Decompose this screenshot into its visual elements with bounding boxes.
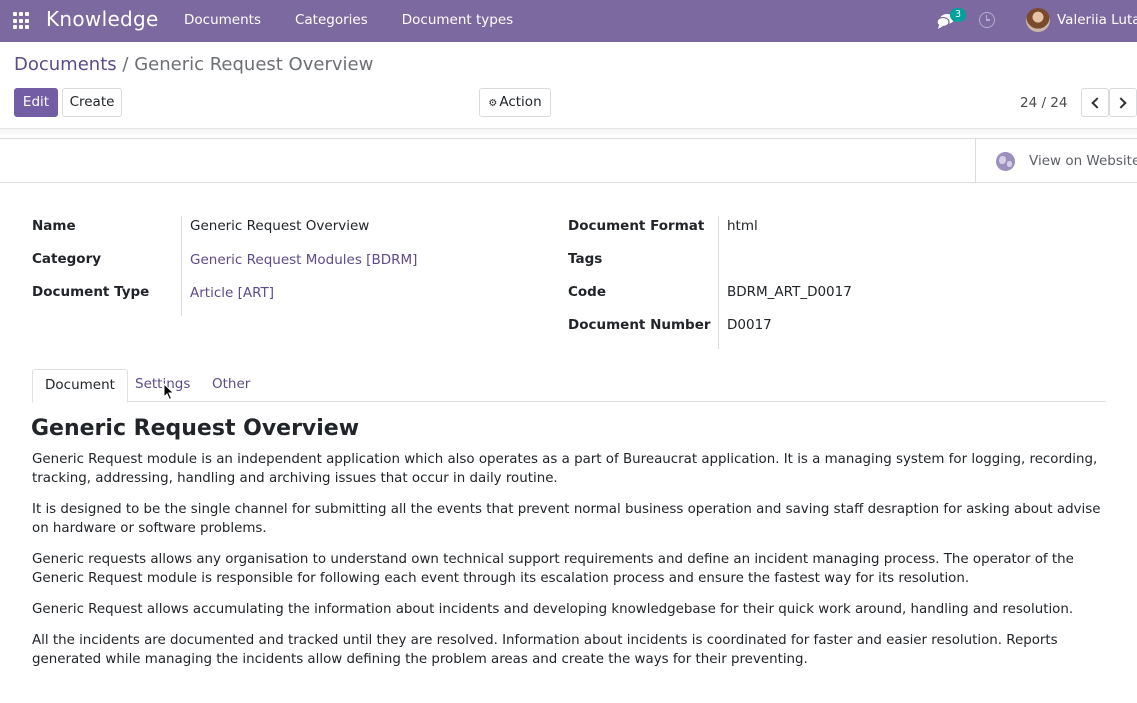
field-value-category-link[interactable]: Generic Request Modules [BDRM] [190, 252, 417, 268]
messages-badge: 3 [950, 8, 966, 22]
field-divider-right [718, 216, 719, 349]
smart-button-box: View on Website [0, 138, 1137, 183]
pager-value[interactable]: 24 / 24 [1020, 95, 1068, 111]
menu-item-document-types[interactable]: Document types [402, 12, 513, 28]
user-name[interactable]: Valeriia Lutai [1057, 12, 1137, 28]
field-value-document-type-link[interactable]: Article [ART] [190, 285, 274, 301]
gear-icon: ⚙ [488, 98, 498, 109]
field-divider-left [181, 216, 182, 316]
pager-next-button[interactable] [1109, 88, 1137, 117]
field-label-document-type: Document Type [32, 284, 150, 300]
field-value-name: Generic Request Overview [190, 218, 370, 234]
field-label-document-format: Document Format [568, 218, 705, 234]
pager-previous-button[interactable] [1081, 88, 1109, 117]
globe-icon [996, 151, 1015, 171]
document-body: Generic Request module is an independent… [32, 450, 1112, 681]
field-label-name: Name [32, 218, 76, 234]
document-paragraph: All the incidents are documented and tra… [32, 633, 1058, 667]
breadcrumb-documents-link[interactable]: Documents [14, 54, 117, 75]
app-brand[interactable]: Knowledge [46, 7, 159, 31]
view-on-website-button[interactable]: View on Website [975, 139, 1137, 183]
field-value-document-number: D0017 [727, 317, 772, 333]
user-avatar[interactable] [1026, 8, 1050, 32]
chevron-right-icon [1115, 97, 1127, 109]
edit-button[interactable]: Edit [14, 88, 58, 117]
field-label-tags: Tags [568, 251, 603, 267]
create-button[interactable]: Create [62, 88, 122, 117]
action-button[interactable]: ⚙ Action [479, 88, 551, 117]
view-on-website-label: View on Website [1029, 153, 1137, 169]
chevron-left-icon [1091, 97, 1103, 109]
field-label-code: Code [568, 284, 607, 300]
breadcrumb-current: Generic Request Overview [134, 54, 374, 75]
top-navbar: Knowledge Documents Categories Document … [0, 0, 1137, 42]
document-paragraph: Generic requests allows any organisation… [32, 552, 1074, 586]
tab-other[interactable]: Other [200, 369, 262, 402]
tab-document[interactable]: Document [32, 369, 128, 403]
action-label: Action [499, 94, 542, 110]
breadcrumb-separator: / [122, 54, 129, 75]
notebook-tabs: Document Settings Other [32, 369, 1106, 403]
document-paragraph: Generic Request allows accumulating the … [32, 602, 1074, 617]
document-title: Generic Request Overview [31, 416, 360, 441]
field-value-document-format: html [727, 218, 758, 234]
field-value-code: BDRM_ART_D0017 [727, 284, 852, 300]
field-label-category: Category [32, 251, 102, 267]
breadcrumb: Documents / Generic Request Overview [14, 54, 373, 75]
main-menu: Documents Categories Document types [184, 12, 547, 28]
sheet-top-border [0, 128, 1137, 138]
activity-clock-icon[interactable] [979, 12, 995, 28]
document-paragraph: It is designed to be the single channel … [32, 502, 1101, 536]
apps-menu-icon[interactable] [13, 12, 31, 30]
document-paragraph: Generic Request module is an independent… [32, 452, 1098, 486]
menu-item-categories[interactable]: Categories [295, 12, 368, 28]
menu-item-documents[interactable]: Documents [184, 12, 261, 28]
field-label-document-number: Document Number [568, 317, 711, 333]
